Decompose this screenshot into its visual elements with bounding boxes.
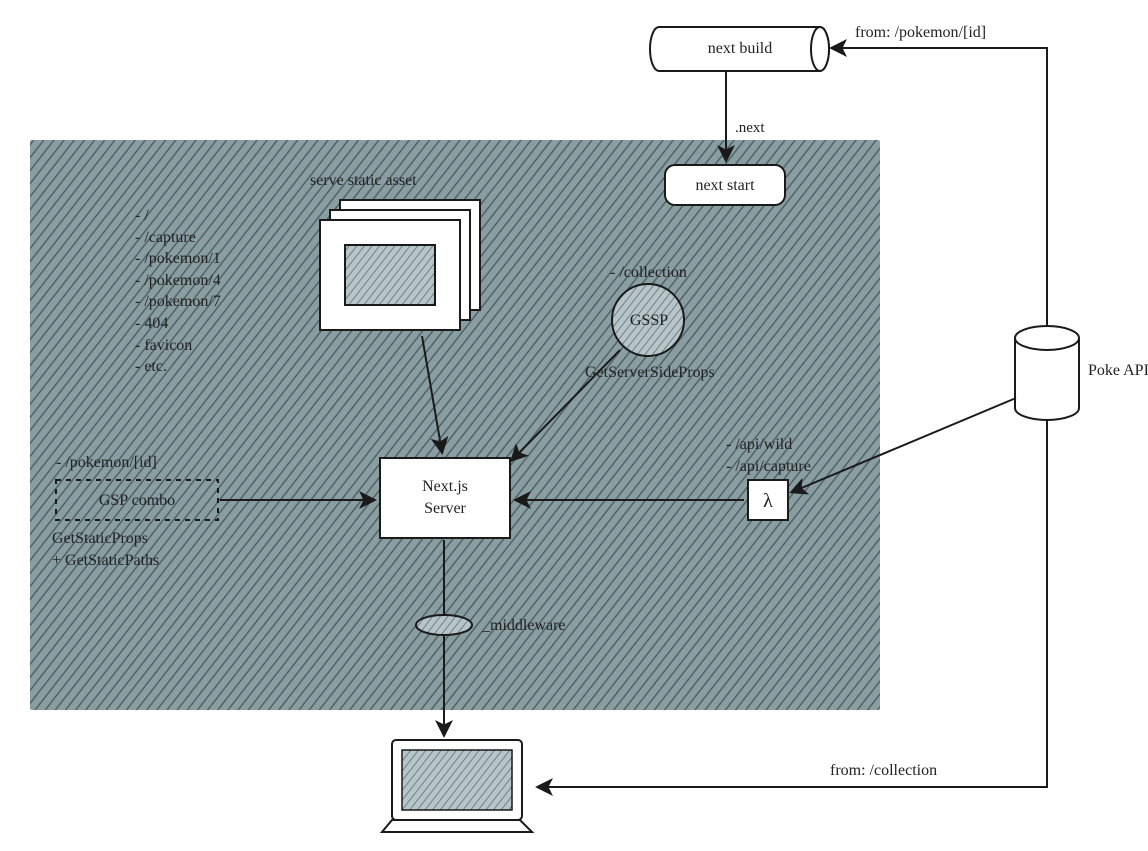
lambda-label: λ — [748, 488, 788, 515]
middleware-disc — [416, 615, 472, 635]
nextjs-server-label: Next.js Server — [380, 476, 510, 519]
next-start-label: next start — [665, 175, 785, 197]
from-pokemon-label: from: /pokemon/[id] — [855, 22, 986, 44]
gsp-combo-label: GSP combo — [56, 490, 218, 512]
diagram-shapes — [0, 0, 1148, 851]
gssp-full-label: GetServerSideProps — [585, 362, 715, 384]
static-routes-list: - / - /capture - /pokemon/1 - /pokemon/4… — [135, 205, 221, 378]
diagram-root: next build .next next start serve static… — [0, 0, 1148, 851]
static-assets-title: serve static asset — [310, 170, 417, 192]
gsp-route-label: - /pokemon/[id] — [56, 452, 157, 474]
poke-api-cylinder — [1015, 326, 1079, 420]
api-routes-label: - /api/wild - /api/capture — [726, 434, 811, 477]
poke-api-label: Poke API — [1088, 360, 1148, 382]
next-build-label: next build — [675, 38, 805, 60]
laptop-icon — [382, 740, 532, 832]
gsp-full-label: GetStaticProps + GetStaticPaths — [52, 528, 159, 571]
from-collection-label: from: /collection — [830, 760, 937, 782]
middleware-label: _middleware — [482, 615, 566, 637]
gssp-route-label: - /collection — [610, 262, 687, 284]
gssp-circle-label: GSSP — [615, 310, 683, 332]
dot-next-label: .next — [735, 118, 765, 138]
static-asset-stack — [320, 200, 480, 330]
